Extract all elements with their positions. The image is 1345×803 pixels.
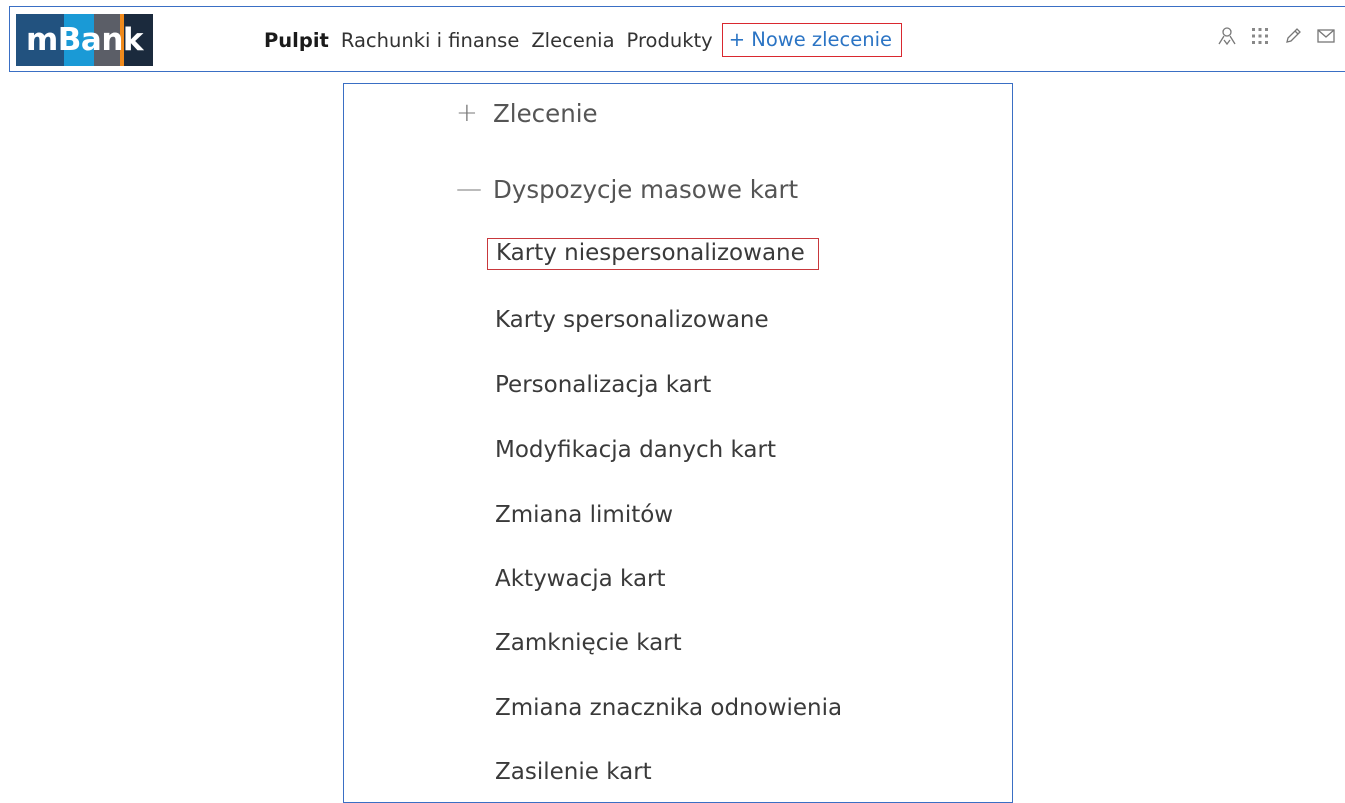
expand-plus-icon: + (456, 98, 478, 128)
menu-item-zasilenie-kart[interactable]: Zasilenie kart (495, 759, 652, 785)
menu-item-modyfikacja-danych-kart[interactable]: Modyfikacja danych kart (495, 437, 776, 463)
mbank-logo[interactable]: mBank (16, 14, 153, 66)
menu-section-zlecenie[interactable]: + Zlecenie (456, 98, 598, 128)
menu-section-label: Dyspozycje masowe kart (493, 174, 799, 204)
user-icon[interactable] (1216, 25, 1238, 47)
menu-item-karty-spersonalizowane[interactable]: Karty spersonalizowane (495, 307, 769, 333)
menu-item-aktywacja-kart[interactable]: Aktywacja kart (495, 566, 666, 592)
header-icons (1205, 25, 1337, 47)
top-navigation-bar: mBank Pulpit Rachunki i finanse Zlecenia… (9, 6, 1345, 72)
edit-pencil-icon[interactable] (1282, 25, 1304, 47)
main-nav: Pulpit Rachunki i finanse Zlecenia Produ… (264, 20, 903, 60)
menu-item-zmiana-limitow[interactable]: Zmiana limitów (495, 502, 673, 528)
logo-text: mBank (25, 22, 144, 58)
collapse-minus-icon: — (456, 174, 482, 204)
new-order-button[interactable]: + Nowe zlecenie (721, 23, 903, 57)
menu-item-zmiana-znacznika-odnowienia[interactable]: Zmiana znacznika odnowienia (495, 695, 842, 721)
nav-item-produkty[interactable]: Produkty (627, 29, 713, 52)
menu-item-zamkniecie-kart[interactable]: Zamknięcie kart (495, 630, 682, 656)
mail-icon[interactable] (1315, 25, 1337, 47)
apps-grid-icon[interactable] (1249, 25, 1271, 47)
nav-item-rachunki-i-finanse[interactable]: Rachunki i finanse (341, 29, 520, 52)
new-order-dropdown-panel: + Zlecenie — Dyspozycje masowe kart Kart… (343, 83, 1013, 803)
menu-section-label: Zlecenie (493, 98, 598, 128)
nav-item-pulpit[interactable]: Pulpit (264, 29, 329, 52)
menu-section-dyspozycje-masowe-kart[interactable]: — Dyspozycje masowe kart (456, 174, 798, 204)
nav-item-zlecenia[interactable]: Zlecenia (531, 29, 614, 52)
menu-item-personalizacja-kart[interactable]: Personalizacja kart (495, 372, 711, 398)
menu-item-karty-niespersonalizowane[interactable]: Karty niespersonalizowane (487, 238, 819, 270)
